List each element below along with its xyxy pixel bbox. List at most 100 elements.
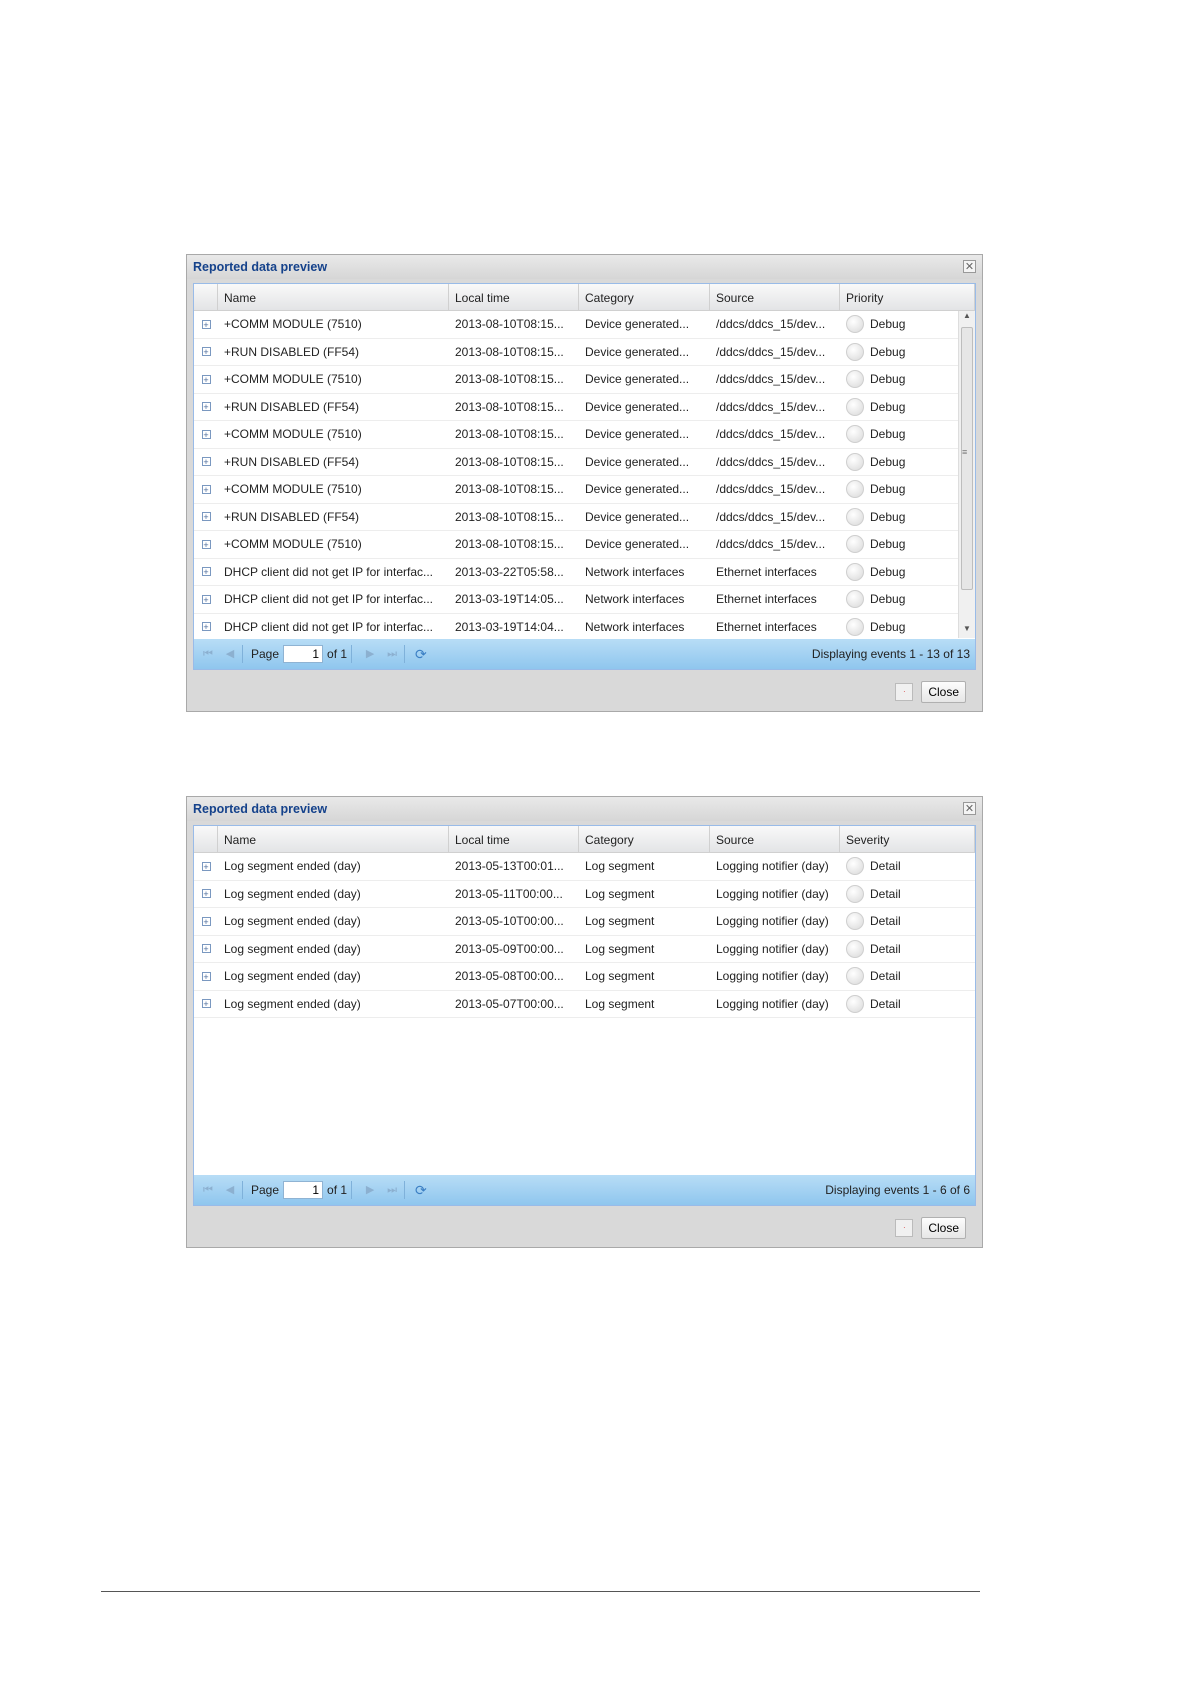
row-expander[interactable]: + [194, 539, 218, 549]
refresh-icon[interactable]: ⟳ [415, 1182, 427, 1199]
table-row[interactable]: + +COMM MODULE (7510) 2013-08-10T08:15... D… [194, 476, 959, 504]
small-toggle-icon[interactable]: · [895, 1219, 914, 1237]
level-circle-icon [846, 939, 864, 958]
table-row[interactable]: + +COMM MODULE (7510) 2013-08-10T08:15... D… [194, 421, 959, 449]
last-page-icon[interactable]: ⏭ [384, 646, 400, 662]
expand-plus-icon[interactable]: + [201, 622, 211, 632]
small-toggle-icon[interactable]: · [895, 683, 914, 701]
table-row[interactable]: + Log segment ended (day) 2013-05-11T00:00… [194, 881, 975, 908]
row-expander[interactable]: + [194, 622, 218, 632]
table-row[interactable]: + Log segment ended (day) 2013-05-07T00:00… [194, 991, 975, 1018]
column-header-name[interactable]: Name [218, 826, 449, 852]
table-row[interactable]: + Log segment ended (day) 2013-05-13T00:01… [194, 853, 975, 881]
column-header-severity[interactable]: Severity [840, 826, 975, 852]
cell-name: +RUN DISABLED (FF54) [224, 509, 360, 524]
expand-plus-icon[interactable]: + [201, 374, 211, 384]
cell-source: Logging notifier (day) [716, 996, 829, 1011]
row-expander[interactable]: + [194, 512, 218, 522]
dialog-title: Reported data preview [193, 802, 328, 816]
column-header-local-time[interactable]: Local time [449, 826, 579, 852]
page-number-input[interactable] [283, 645, 324, 663]
table-row[interactable]: + +RUN DISABLED (FF54) 2013-08-10T08:15...… [194, 394, 959, 421]
table-row[interactable]: + Log segment ended (day) 2013-05-09T00:00… [194, 936, 975, 963]
row-expander[interactable]: + [194, 594, 218, 604]
scroll-up-arrow-icon[interactable]: ▲ [959, 311, 975, 325]
close-icon[interactable]: ✕ [963, 260, 976, 273]
expand-plus-icon[interactable]: + [201, 916, 211, 926]
column-header-source[interactable]: Source [710, 284, 840, 310]
row-expander[interactable]: + [194, 374, 218, 384]
expand-plus-icon[interactable]: + [201, 594, 211, 604]
expand-plus-icon[interactable]: + [201, 402, 211, 412]
previous-page-icon[interactable]: ◀ [222, 646, 238, 662]
cell-name: Log segment ended (day) [224, 886, 361, 901]
row-expander[interactable]: + [194, 916, 218, 926]
table-row[interactable]: + Log segment ended (day) 2013-05-10T00:00… [194, 908, 975, 936]
close-button[interactable]: Close [921, 681, 966, 703]
expand-plus-icon[interactable]: + [201, 457, 211, 467]
cell-source: /ddcs/ddcs_15/dev... [716, 537, 826, 552]
column-header-priority[interactable]: Priority [840, 284, 975, 310]
cell-level: Detail [840, 939, 975, 958]
page-number-input[interactable] [283, 1181, 324, 1199]
close-icon[interactable]: ✕ [963, 802, 976, 815]
table-row[interactable]: + DHCP client did not get IP for interfac… [194, 614, 959, 639]
column-header-category[interactable]: Category [579, 826, 710, 852]
expand-plus-icon[interactable]: + [201, 971, 211, 981]
row-expander[interactable]: + [194, 347, 218, 357]
expand-plus-icon[interactable]: + [201, 861, 211, 871]
cell-level: Debug [840, 397, 959, 416]
table-row[interactable]: + +RUN DISABLED (FF54) 2013-08-10T08:15...… [194, 449, 959, 476]
expand-plus-icon[interactable]: + [201, 944, 211, 954]
row-expander[interactable]: + [194, 567, 218, 577]
row-expander[interactable]: + [194, 944, 218, 954]
next-page-icon[interactable]: ▶ [362, 1182, 378, 1198]
cell-source: Ethernet interfaces [716, 592, 817, 607]
row-expander[interactable]: + [194, 457, 218, 467]
dialog-title-bar: Reported data preview ✕ [187, 255, 982, 279]
cell-level: Debug [840, 425, 959, 444]
table-row[interactable]: + +RUN DISABLED (FF54) 2013-08-10T08:15...… [194, 504, 959, 531]
previous-page-icon[interactable]: ◀ [222, 1182, 238, 1198]
table-row[interactable]: + Log segment ended (day) 2013-05-08T00:00… [194, 963, 975, 991]
first-page-icon[interactable]: ⏮ [200, 646, 216, 662]
column-header-local-time[interactable]: Local time [449, 284, 579, 310]
expand-plus-icon[interactable]: + [201, 512, 211, 522]
cell-category: Network interfaces [585, 564, 685, 579]
row-expander[interactable]: + [194, 319, 218, 329]
column-header-category[interactable]: Category [579, 284, 710, 310]
table-row[interactable]: + +COMM MODULE (7510) 2013-08-10T08:15... D… [194, 366, 959, 394]
last-page-icon[interactable]: ⏭ [384, 1182, 400, 1198]
table-row[interactable]: + DHCP client did not get IP for interfac… [194, 586, 959, 614]
scroll-down-arrow-icon[interactable]: ▼ [959, 624, 975, 638]
row-expander[interactable]: + [194, 861, 218, 871]
next-page-icon[interactable]: ▶ [362, 646, 378, 662]
vertical-scrollbar[interactable]: ▲ ≡ ▼ [958, 311, 975, 638]
table-row[interactable]: + +COMM MODULE (7510) 2013-08-10T08:15... D… [194, 531, 959, 559]
cell-source: Logging notifier (day) [716, 941, 829, 956]
first-page-icon[interactable]: ⏮ [200, 1182, 216, 1198]
expand-plus-icon[interactable]: + [201, 999, 211, 1009]
expand-plus-icon[interactable]: + [201, 889, 211, 899]
expand-plus-icon[interactable]: + [201, 319, 211, 329]
scrollbar-thumb[interactable] [961, 327, 973, 590]
row-expander[interactable]: + [194, 971, 218, 981]
column-header-source[interactable]: Source [710, 826, 840, 852]
expand-plus-icon[interactable]: + [201, 567, 211, 577]
expand-plus-icon[interactable]: + [201, 429, 211, 439]
cell-category: Log segment [585, 914, 655, 929]
expand-plus-icon[interactable]: + [201, 347, 211, 357]
expand-plus-icon[interactable]: + [201, 484, 211, 494]
column-header-name[interactable]: Name [218, 284, 449, 310]
expand-plus-icon[interactable]: + [201, 539, 211, 549]
table-row[interactable]: + DHCP client did not get IP for interfac… [194, 559, 959, 586]
table-row[interactable]: + +RUN DISABLED (FF54) 2013-08-10T08:15...… [194, 339, 959, 366]
row-expander[interactable]: + [194, 999, 218, 1009]
row-expander[interactable]: + [194, 889, 218, 899]
refresh-icon[interactable]: ⟳ [415, 646, 427, 663]
row-expander[interactable]: + [194, 429, 218, 439]
row-expander[interactable]: + [194, 402, 218, 412]
table-row[interactable]: + +COMM MODULE (7510) 2013-08-10T08:15... D… [194, 311, 959, 339]
close-button[interactable]: Close [921, 1217, 966, 1239]
row-expander[interactable]: + [194, 484, 218, 494]
